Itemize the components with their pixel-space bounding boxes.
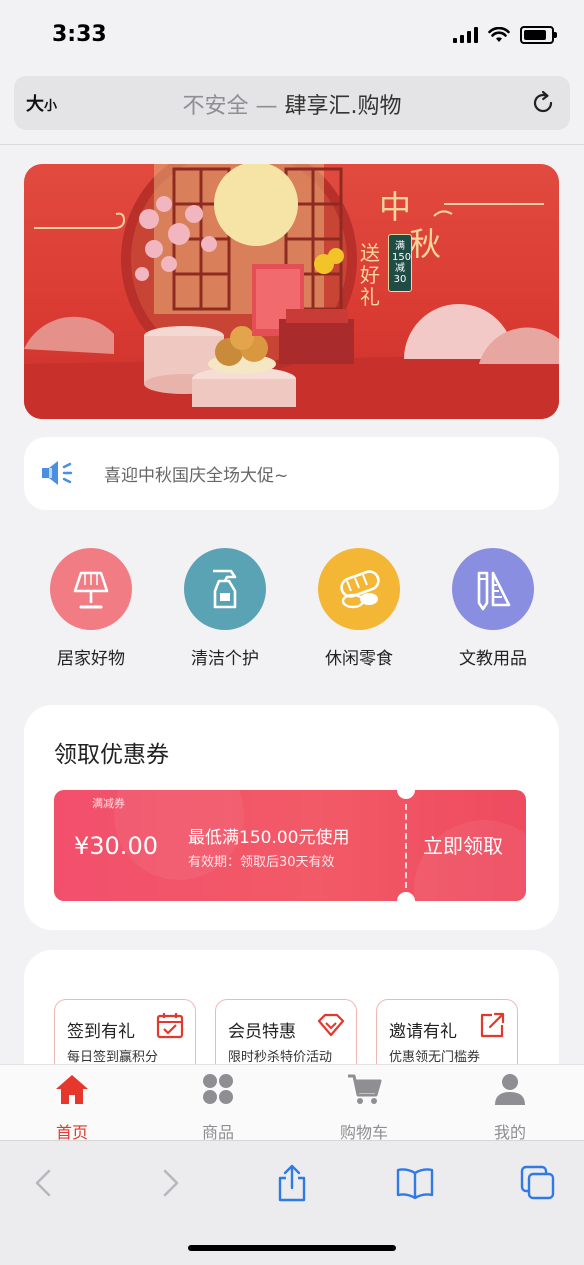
category-home-goods[interactable]: 居家好物 bbox=[31, 548, 151, 669]
coupon-notch-top bbox=[397, 790, 415, 799]
calendar-check-icon bbox=[156, 1013, 184, 1039]
lamp-icon bbox=[50, 548, 132, 630]
address-bar[interactable]: 大小 不安全 — 肆享汇.购物 bbox=[14, 76, 570, 130]
activity-title: 会员特惠 bbox=[228, 1022, 296, 1042]
tab-profile[interactable]: 我的 bbox=[460, 1071, 560, 1143]
coupon-validity: 有效期：领取后30天有效 bbox=[188, 855, 335, 870]
banner-title-qiu: 秋 bbox=[409, 225, 442, 263]
category-label: 清洁个护 bbox=[191, 649, 259, 669]
home-icon bbox=[56, 1075, 88, 1104]
banner-promo-tag: 满150减30 bbox=[388, 234, 412, 292]
section-title: 领取优惠券 bbox=[54, 742, 169, 768]
activity-subtitle: 限时秒杀特价活动 bbox=[228, 1050, 333, 1065]
category-cleaning[interactable]: 清洁个护 bbox=[165, 548, 285, 669]
back-icon[interactable] bbox=[24, 1163, 64, 1203]
diamond-icon bbox=[317, 1013, 345, 1037]
home-indicator bbox=[188, 1245, 396, 1251]
category-stationery[interactable]: 文教用品 bbox=[433, 548, 553, 669]
promo-banner[interactable]: 中 秋 送好礼 满150减30 bbox=[24, 164, 559, 419]
coupon-amount: ¥30.00 bbox=[74, 832, 158, 860]
activity-title: 邀请有礼 bbox=[389, 1022, 457, 1042]
battery-icon bbox=[520, 26, 557, 44]
coupon-condition: 最低满150.00元使用 bbox=[188, 828, 350, 848]
site-title: 肆享汇.购物 bbox=[284, 94, 402, 119]
tab-cart[interactable]: 购物车 bbox=[314, 1071, 414, 1143]
signal-icon bbox=[453, 27, 478, 43]
page-title[interactable]: 不安全 — 肆享汇.购物 bbox=[14, 88, 570, 120]
tab-home[interactable]: 首页 bbox=[22, 1071, 122, 1143]
share-sheet-icon[interactable] bbox=[272, 1163, 312, 1203]
bottom-tab-bar: 首页 商品 购物车 我的 bbox=[0, 1064, 584, 1143]
claim-coupon-button[interactable]: 立即领取 bbox=[423, 830, 503, 859]
coupon-ticket[interactable]: 满减券 ¥30.00 最低满150.00元使用 有效期：领取后30天有效 立即领… bbox=[54, 790, 526, 901]
banner-subtitle: 送好礼 bbox=[360, 241, 380, 309]
coupon-section: 领取优惠券 满减券 ¥30.00 最低满150.00元使用 有效期：领取后30天… bbox=[24, 705, 559, 930]
activity-subtitle: 优惠领无门槛券 bbox=[389, 1050, 481, 1065]
wifi-icon bbox=[488, 27, 510, 42]
grid-icon bbox=[203, 1074, 233, 1104]
bookmarks-icon[interactable] bbox=[395, 1163, 435, 1203]
speaker-icon bbox=[42, 461, 73, 485]
forward-icon[interactable] bbox=[150, 1163, 190, 1203]
snack-icon bbox=[318, 548, 400, 630]
status-time: 3:33 bbox=[52, 22, 107, 47]
notice-text: 喜迎中秋国庆全场大促~ bbox=[104, 466, 289, 486]
coupon-type: 满减券 bbox=[92, 797, 125, 810]
banner-title-zhong: 中 bbox=[379, 188, 412, 226]
notice-bar[interactable]: 喜迎中秋国庆全场大促~ bbox=[24, 437, 559, 510]
tab-products[interactable]: 商品 bbox=[168, 1071, 268, 1143]
activity-subtitle: 每日签到赢积分 bbox=[67, 1050, 159, 1065]
coupon-divider bbox=[405, 804, 407, 888]
divider bbox=[0, 144, 584, 145]
category-label: 居家好物 bbox=[57, 649, 125, 669]
tabs-icon[interactable] bbox=[518, 1163, 558, 1203]
activity-title: 签到有礼 bbox=[67, 1022, 135, 1042]
category-snacks[interactable]: 休闲零食 bbox=[299, 548, 419, 669]
insecure-label: 不安全 — bbox=[182, 94, 278, 119]
banner-illustration bbox=[24, 164, 559, 419]
share-icon bbox=[480, 1012, 505, 1038]
cart-icon bbox=[348, 1074, 382, 1104]
coupon-notch-bottom bbox=[397, 892, 415, 901]
spray-bottle-icon bbox=[184, 548, 266, 630]
category-label: 休闲零食 bbox=[325, 649, 393, 669]
stationery-icon bbox=[452, 548, 534, 630]
status-icons bbox=[453, 26, 557, 44]
user-icon bbox=[495, 1074, 525, 1105]
reload-icon[interactable] bbox=[528, 88, 558, 118]
category-label: 文教用品 bbox=[459, 649, 527, 669]
